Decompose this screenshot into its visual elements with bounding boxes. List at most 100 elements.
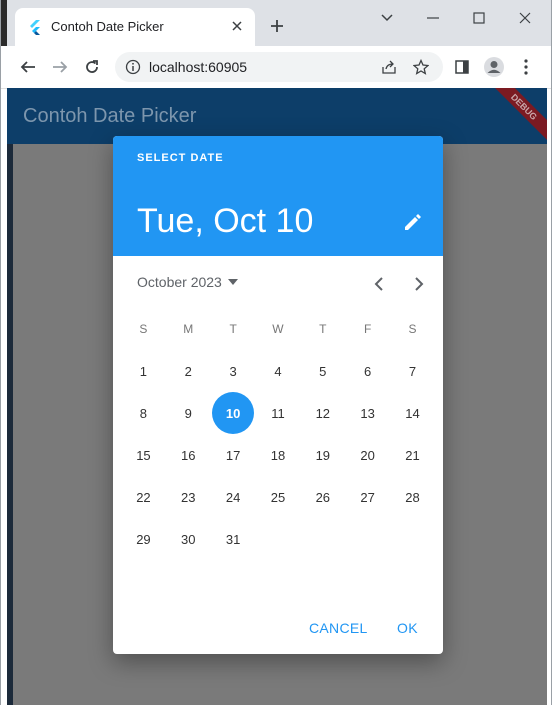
calendar-grid: SMTWTFS 1 2 3 4 5 6 7 8 9 10 11 12 13 14 15 16 17 18 19 20 2… (121, 308, 435, 560)
day-cell: 23 (166, 476, 211, 518)
day-cell: 31 (211, 518, 256, 560)
day-button[interactable]: 25 (258, 477, 298, 517)
day-button[interactable]: 30 (168, 519, 208, 559)
site-info-icon[interactable] (125, 59, 141, 80)
browser-window: Contoh Date Picker localhost:60905 Conto… (0, 0, 552, 705)
day-button[interactable]: 20 (348, 435, 388, 475)
day-cell: 2 (166, 350, 211, 392)
app-viewport: Contoh Date Picker DEBUG SELECT DATE Tue… (7, 88, 547, 705)
month-header: October 2023 (113, 256, 443, 308)
day-button[interactable]: 24 (213, 477, 253, 517)
weekday-label: T (229, 322, 237, 336)
profile-avatar-icon[interactable] (481, 54, 507, 80)
day-button[interactable]: 11 (258, 393, 298, 433)
background-panel (7, 144, 13, 705)
close-window-icon[interactable] (507, 6, 543, 30)
day-button[interactable]: 22 (123, 477, 163, 517)
day-button[interactable]: 2 (168, 351, 208, 391)
next-month-icon[interactable] (407, 272, 431, 296)
forward-icon[interactable] (47, 54, 73, 80)
menu-kebab-icon[interactable] (513, 54, 539, 80)
day-cell: 9 (166, 392, 211, 434)
day-cell: 11 (256, 392, 301, 434)
weekday-label: S (408, 322, 417, 336)
day-button[interactable]: 26 (303, 477, 343, 517)
selected-date-text: Tue, Oct 10 (137, 202, 314, 240)
day-button[interactable]: 28 (392, 477, 432, 517)
day-button[interactable]: 8 (123, 393, 163, 433)
day-button[interactable]: 29 (123, 519, 163, 559)
day-button[interactable]: 14 (392, 393, 432, 433)
back-icon[interactable] (15, 54, 41, 80)
weekday-label: T (319, 322, 327, 336)
selected-day-button[interactable]: 10 (213, 393, 254, 433)
weeks-container: 1 2 3 4 5 6 7 8 9 10 11 12 13 14 15 16 17 18 19 20 21 22 23 24 2… (121, 350, 435, 560)
day-button[interactable]: 27 (348, 477, 388, 517)
day-button[interactable]: 6 (348, 351, 388, 391)
window-edge (1, 0, 7, 46)
day-cell: 16 (166, 434, 211, 476)
week-row: 29 30 31 (121, 518, 435, 560)
flutter-icon (27, 19, 43, 35)
day-button[interactable]: 19 (303, 435, 343, 475)
week-row: 8 9 10 11 12 13 14 (121, 392, 435, 434)
day-cell: 3 (211, 350, 256, 392)
share-icon[interactable] (381, 59, 397, 80)
day-cell: 12 (300, 392, 345, 434)
url-text: localhost:60905 (149, 59, 248, 75)
day-button[interactable]: 31 (213, 519, 253, 559)
side-panel-icon[interactable] (449, 54, 475, 80)
day-button[interactable]: 9 (168, 393, 208, 433)
day-button[interactable]: 18 (258, 435, 298, 475)
minimize-icon[interactable] (415, 6, 451, 30)
maximize-icon[interactable] (461, 6, 497, 30)
day-cell: 17 (211, 434, 256, 476)
month-year-dropdown[interactable]: October 2023 (137, 274, 238, 290)
date-picker-dialog: SELECT DATE Tue, Oct 10 October 2023 S M… (113, 136, 443, 654)
day-button[interactable]: 7 (392, 351, 432, 391)
day-button[interactable]: 16 (168, 435, 208, 475)
day-cell: 22 (121, 476, 166, 518)
day-button[interactable]: 15 (123, 435, 163, 475)
new-tab-icon[interactable] (267, 16, 287, 36)
day-button[interactable]: 17 (213, 435, 253, 475)
day-button[interactable]: 12 (303, 393, 343, 433)
day-cell: 10 (211, 392, 256, 434)
tab-search-icon[interactable] (369, 6, 405, 30)
ok-button[interactable]: OK (389, 612, 426, 644)
week-row: 15 16 17 18 19 20 21 (121, 434, 435, 476)
day-cell: 8 (121, 392, 166, 434)
day-button[interactable]: 13 (348, 393, 388, 433)
weekday-header-row: SMTWTFS (121, 308, 435, 350)
day-cell: 1 (121, 350, 166, 392)
close-tab-icon[interactable] (227, 16, 247, 36)
bookmark-star-icon[interactable] (412, 58, 430, 80)
day-cell: 30 (166, 518, 211, 560)
month-label: October 2023 (137, 274, 222, 290)
day-cell: 13 (345, 392, 390, 434)
pencil-icon[interactable] (401, 210, 425, 234)
browser-tab[interactable]: Contoh Date Picker (15, 8, 255, 46)
day-button[interactable]: 1 (123, 351, 163, 391)
debug-banner: DEBUG (487, 88, 547, 144)
weekday-label: M (183, 322, 194, 336)
day-cell (345, 518, 390, 560)
weekday-label: F (363, 322, 372, 336)
day-cell (300, 518, 345, 560)
address-bar[interactable]: localhost:60905 (115, 52, 443, 82)
day-button[interactable]: 4 (258, 351, 298, 391)
day-button[interactable]: 23 (168, 477, 208, 517)
weekday-label: W (272, 322, 284, 336)
day-cell: 6 (345, 350, 390, 392)
day-button[interactable]: 21 (392, 435, 432, 475)
dialog-actions: CANCEL OK (113, 602, 443, 654)
day-button[interactable]: 3 (213, 351, 253, 391)
reload-icon[interactable] (79, 54, 105, 80)
day-cell: 21 (390, 434, 435, 476)
previous-month-icon[interactable] (367, 272, 391, 296)
day-button[interactable]: 5 (303, 351, 343, 391)
cancel-button[interactable]: CANCEL (301, 612, 376, 644)
tab-title: Contoh Date Picker (51, 19, 164, 34)
dropdown-arrow-icon (227, 279, 238, 285)
week-row: 1234567 (121, 350, 435, 392)
